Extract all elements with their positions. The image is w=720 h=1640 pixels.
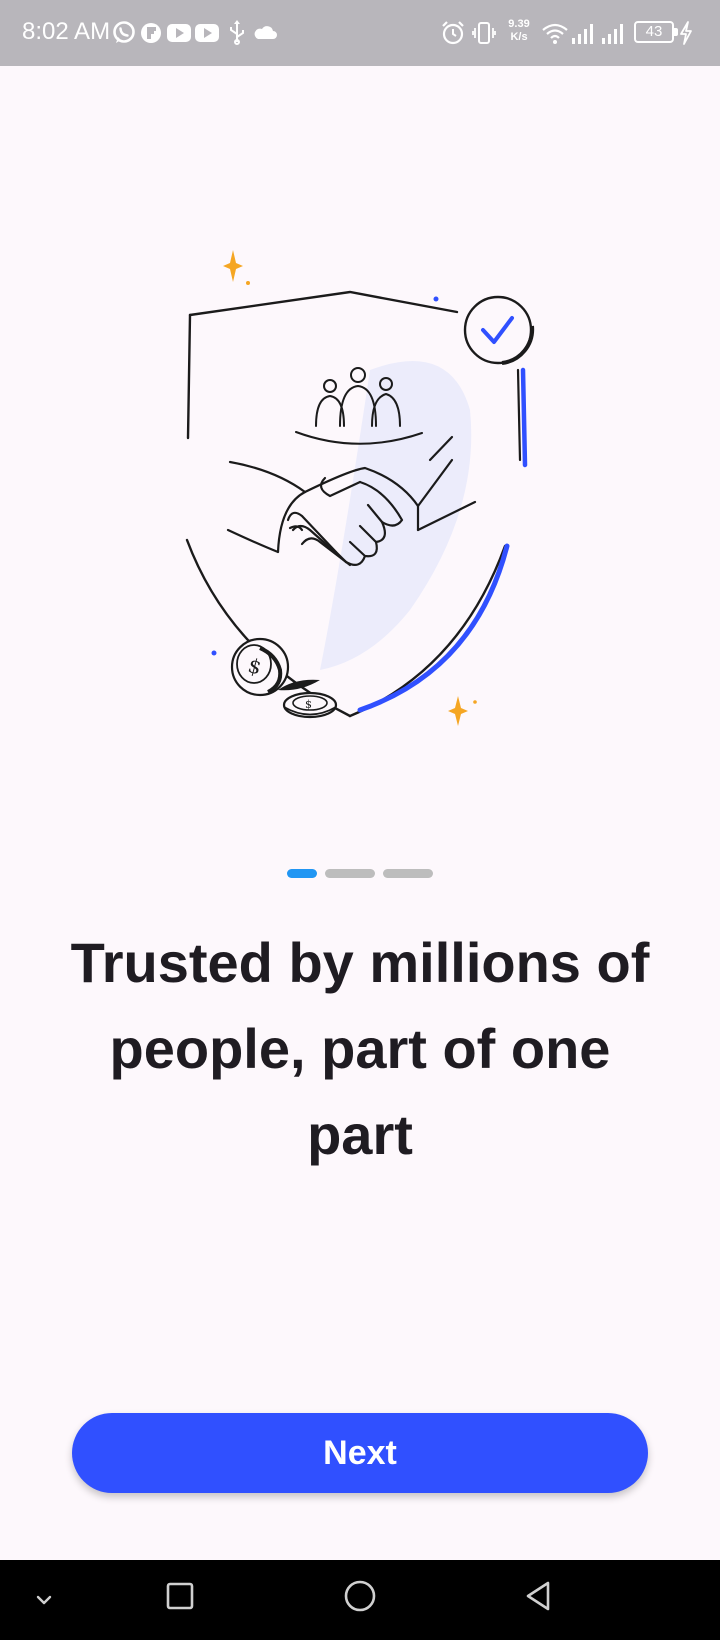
page-dot-active — [287, 869, 317, 878]
back-icon[interactable] — [522, 1578, 558, 1614]
svg-text:$: $ — [305, 698, 312, 711]
next-button[interactable]: Next — [72, 1413, 648, 1493]
charging-icon — [680, 21, 692, 45]
battery-level: 43 — [645, 23, 663, 40]
vibrate-icon — [472, 22, 496, 44]
coin-icon: $ — [282, 691, 338, 719]
usb-icon — [230, 20, 244, 45]
cloud-icon — [254, 26, 277, 39]
sparkle-icon — [448, 696, 477, 726]
signal-icon — [572, 24, 593, 44]
check-badge-icon — [463, 295, 535, 365]
coin-icon: $ — [230, 637, 320, 697]
youtube-icon — [195, 24, 219, 42]
whatsapp-icon — [113, 21, 135, 43]
chevron-down-icon[interactable] — [30, 1586, 58, 1614]
network-speed: 9.39 K/s — [504, 18, 534, 44]
network-speed-value: 9.39 — [508, 18, 530, 30]
page-dot — [383, 869, 433, 878]
status-time: 8:02 AM — [22, 18, 111, 45]
onboarding-headline: Trusted by millions of people, part of o… — [70, 931, 650, 1166]
system-nav-bar — [0, 1560, 720, 1640]
status-bar: 8:02 AM 9.39 K/s 43 — [0, 0, 720, 66]
wifi-icon — [542, 23, 568, 44]
alarm-icon — [442, 21, 464, 45]
youtube-icon — [167, 24, 191, 42]
home-icon[interactable] — [342, 1578, 378, 1614]
network-speed-unit: K/s — [510, 31, 528, 43]
flipboard-icon — [141, 23, 161, 43]
recents-icon[interactable] — [162, 1578, 198, 1614]
page-dot — [325, 869, 375, 878]
sparkle-icon — [223, 250, 250, 285]
trust-shield-handshake-illustration: $ $ — [185, 250, 535, 726]
signal-icon — [602, 24, 623, 44]
page-indicator — [0, 869, 720, 879]
battery-icon: 43 — [634, 21, 678, 43]
